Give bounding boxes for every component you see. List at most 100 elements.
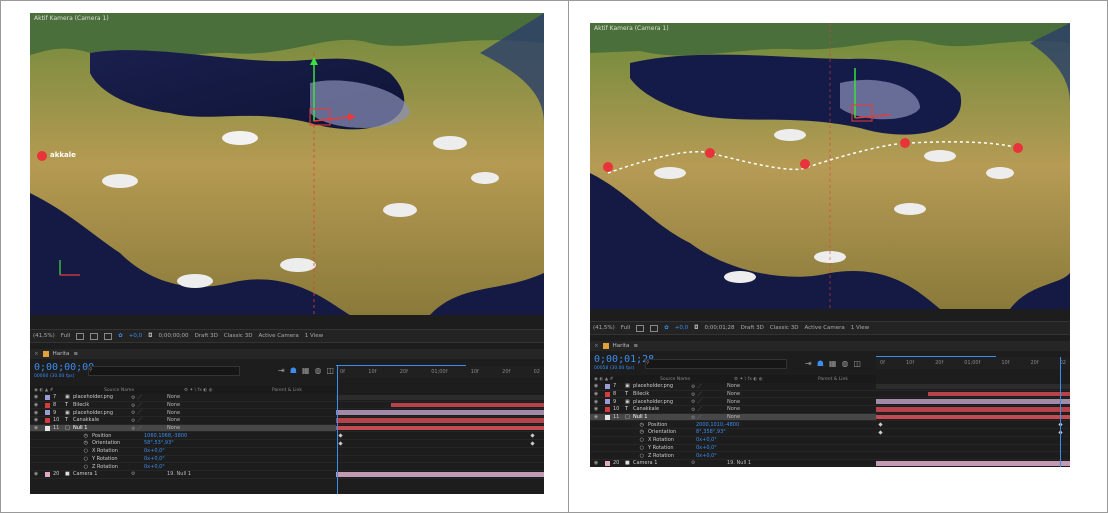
layer-row[interactable]: ◉ 9 ▣ placeholder.png ⚙ ／ None: [30, 409, 336, 418]
grid-icon[interactable]: [76, 332, 85, 340]
property-value[interactable]: 0x+0,0°: [696, 453, 717, 459]
stopwatch-icon[interactable]: ○: [590, 453, 648, 459]
comp-marker-icon[interactable]: ⇥: [278, 366, 285, 375]
parent-dropdown[interactable]: None: [727, 399, 740, 405]
parent-header[interactable]: Parent & Link: [818, 377, 848, 382]
keyframe[interactable]: [530, 441, 535, 446]
keyframe-track[interactable]: [876, 421, 1070, 430]
exposure-value[interactable]: +0,0: [129, 333, 142, 339]
parent-dropdown[interactable]: None: [727, 383, 740, 389]
stopwatch-icon[interactable]: ○: [30, 448, 92, 454]
eye-icon[interactable]: ◉: [590, 391, 602, 397]
comp-tab-label[interactable]: Harita: [613, 343, 630, 349]
draft-3d-icon[interactable]: ☗: [290, 366, 297, 375]
keyframe-track[interactable]: [336, 456, 544, 464]
switch-icons[interactable]: ⚙ ／: [691, 383, 727, 390]
eye-icon[interactable]: ◉: [30, 410, 42, 416]
layer-bar[interactable]: [876, 414, 1070, 422]
property-row[interactable]: ○ Y Rotation 0x+0,0°: [30, 456, 336, 464]
label-color[interactable]: [45, 417, 50, 423]
layer-name[interactable]: Canakkale: [73, 417, 131, 423]
layer-bar[interactable]: [336, 417, 544, 425]
switch-icons[interactable]: ⚙ ／: [131, 417, 167, 424]
property-row[interactable]: ○ Z Rotation 0x+0,0°: [590, 452, 876, 460]
property-row[interactable]: ◷ Orientation 8°,358°,93°: [590, 429, 876, 437]
stopwatch-icon[interactable]: ○: [590, 437, 648, 443]
grid-icon[interactable]: [636, 324, 645, 332]
layer-bar[interactable]: [336, 394, 544, 402]
property-value[interactable]: 0x+0,0°: [144, 448, 165, 454]
layer-row[interactable]: ◉ 20 ■ Camera 1 ⚙ 19. Null 1: [30, 471, 336, 479]
layer-bar[interactable]: [876, 391, 1070, 399]
time-ruler[interactable]: 0f 10f 20f 01;00f 10f 20f 02: [876, 357, 1070, 369]
keyframe[interactable]: [878, 422, 883, 428]
layer-name[interactable]: Canakkale: [633, 406, 691, 412]
motion-blur-icon[interactable]: ◍: [314, 366, 321, 375]
eye-icon[interactable]: ◉: [30, 402, 42, 408]
stopwatch-icon[interactable]: ○: [30, 464, 92, 470]
label-color[interactable]: [45, 425, 50, 431]
layer-bar[interactable]: [336, 425, 544, 433]
label-color[interactable]: [605, 383, 610, 389]
keyframe[interactable]: [338, 433, 343, 439]
region-icon[interactable]: [104, 332, 113, 340]
draft-3d-toggle[interactable]: Draft 3D: [195, 333, 218, 339]
layer-bar[interactable]: [876, 398, 1070, 407]
composition-viewer[interactable]: Aktif Kamera (Camera 1): [590, 23, 1070, 309]
property-row[interactable]: ◷ Position 1060,1068,-3800: [30, 432, 336, 441]
motion-blur-icon[interactable]: ◍: [841, 359, 848, 368]
draft-3d-icon[interactable]: ☗: [817, 359, 824, 368]
mask-icon[interactable]: [90, 332, 99, 340]
layer-row[interactable]: ◉ 9 ▣ placeholder.png ⚙ ／ None: [590, 398, 876, 407]
property-value[interactable]: 0x+0,0°: [144, 456, 165, 462]
label-color[interactable]: [45, 394, 50, 400]
keyframe[interactable]: [878, 430, 883, 435]
eye-icon[interactable]: ◉: [30, 425, 42, 431]
close-icon[interactable]: ×: [34, 351, 39, 357]
keyframe-track[interactable]: [336, 448, 544, 456]
keyframe-track[interactable]: [876, 445, 1070, 453]
composition-viewer[interactable]: Aktif Kamera (Camera 1) akkale: [30, 13, 544, 315]
property-row[interactable]: ○ Y Rotation 0x+0,0°: [590, 445, 876, 453]
camera-snapshot-icon[interactable]: ◘: [148, 333, 152, 339]
switch-icons[interactable]: ⚙ ／: [131, 402, 167, 409]
source-name-header[interactable]: Source Name: [660, 377, 734, 382]
keyframe[interactable]: [338, 441, 343, 446]
layer-row[interactable]: ◉ 7 ▣ placeholder.png ⚙ ／ None: [590, 383, 876, 391]
eye-icon[interactable]: ◉: [590, 383, 602, 389]
label-color[interactable]: [605, 460, 610, 466]
camera-dropdown[interactable]: Active Camera: [804, 325, 844, 331]
label-color[interactable]: [45, 410, 50, 416]
parent-dropdown[interactable]: None: [167, 402, 180, 408]
menu-icon[interactable]: ≡: [633, 343, 638, 349]
menu-icon[interactable]: ≡: [73, 351, 78, 357]
zoom-dropdown[interactable]: (41,5%): [593, 325, 615, 331]
camera-dropdown[interactable]: Active Camera: [258, 333, 298, 339]
frame-blend-icon[interactable]: ▦: [302, 366, 310, 375]
label-color[interactable]: [45, 471, 50, 477]
stopwatch-icon[interactable]: ◷: [30, 440, 92, 446]
eye-icon[interactable]: ◉: [590, 406, 602, 412]
exposure-value[interactable]: +0,0: [675, 325, 688, 331]
time-ruler[interactable]: 0f 10f 20f 01;00f 10f 20f 02: [336, 366, 544, 378]
keyframe-track[interactable]: [336, 440, 544, 448]
camera-snapshot-icon[interactable]: ◘: [694, 325, 698, 331]
stopwatch-icon[interactable]: ○: [590, 445, 648, 451]
switch-icons[interactable]: ⚙ ／: [131, 394, 167, 401]
parent-dropdown[interactable]: None: [727, 391, 740, 397]
layer-row-selected[interactable]: ◉ 11 □ Null 1 ⚙ ／ None: [590, 413, 876, 422]
property-value[interactable]: 8°,358°,93°: [696, 429, 726, 435]
property-value[interactable]: 1060,1068,-3800: [144, 433, 187, 439]
layer-name[interactable]: Bilecik: [73, 402, 131, 408]
eye-icon[interactable]: ◉: [30, 417, 42, 423]
color-wheel-icon[interactable]: ✿: [118, 333, 123, 339]
layer-row[interactable]: ◉ 7 ▣ placeholder.png ⚙ ／ None: [30, 394, 336, 402]
property-value[interactable]: 0x+0,0°: [696, 445, 717, 451]
layer-name[interactable]: placeholder.png: [633, 383, 691, 389]
eye-icon[interactable]: ◉: [590, 460, 602, 466]
draft-3d-toggle[interactable]: Draft 3D: [741, 325, 764, 331]
parent-header[interactable]: Parent & Link: [272, 388, 302, 393]
stopwatch-icon[interactable]: ○: [30, 456, 92, 462]
graph-editor-icon[interactable]: ◫: [853, 359, 861, 368]
parent-dropdown[interactable]: None: [727, 414, 740, 420]
